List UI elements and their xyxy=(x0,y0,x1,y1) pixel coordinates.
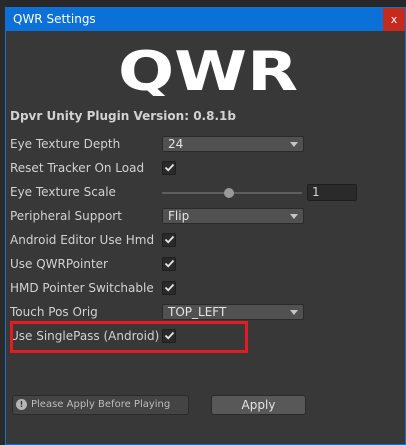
eye-texture-scale-field[interactable]: 1 xyxy=(307,184,357,201)
qwr-logo: QWR xyxy=(118,46,298,96)
setting-label: HMD Pointer Switchable xyxy=(10,281,154,295)
hmd-pointer-switchable-checkbox[interactable] xyxy=(162,281,176,295)
setting-row-eye-texture-scale: Eye Texture Scale 1 xyxy=(6,183,405,203)
title-bar[interactable]: QWR Settings x xyxy=(6,8,405,31)
setting-label: Use QWRPointer xyxy=(10,257,108,271)
setting-label: Eye Texture Scale xyxy=(10,185,116,199)
peripheral-support-dropdown[interactable]: Flip xyxy=(162,208,304,224)
setting-row-peripheral-support: Peripheral Support Flip xyxy=(6,207,405,227)
setting-label: Reset Tracker On Load xyxy=(10,161,145,175)
touch-pos-orig-dropdown[interactable]: TOP_LEFT xyxy=(162,304,304,320)
chevron-down-icon xyxy=(290,142,298,147)
android-editor-use-hmd-checkbox[interactable] xyxy=(162,233,176,247)
checkmark-icon xyxy=(164,163,175,172)
highlight-box xyxy=(10,321,248,353)
help-box: ! Please Apply Before Playing xyxy=(12,395,189,415)
plugin-version: Dpvr Unity Plugin Version: 0.8.1b xyxy=(10,109,236,123)
reset-tracker-checkbox[interactable] xyxy=(162,161,176,175)
help-text: Please Apply Before Playing xyxy=(31,399,171,410)
setting-row-use-qwrpointer: Use QWRPointer xyxy=(6,255,405,275)
apply-button[interactable]: Apply xyxy=(211,395,306,415)
eye-texture-depth-dropdown[interactable]: 24 xyxy=(162,136,304,152)
setting-label: Eye Texture Depth xyxy=(10,137,121,151)
qwr-logo-text: QWR xyxy=(118,46,298,96)
setting-label: Touch Pos Orig xyxy=(10,305,98,319)
setting-row-reset-tracker: Reset Tracker On Load xyxy=(6,159,405,179)
dropdown-value: 24 xyxy=(168,137,184,151)
checkmark-icon xyxy=(164,283,175,292)
dropdown-value: Flip xyxy=(168,209,190,223)
chevron-down-icon xyxy=(290,214,298,219)
window-title: QWR Settings xyxy=(13,12,96,26)
setting-row-android-editor-use-hmd: Android Editor Use Hmd xyxy=(6,231,405,251)
setting-label: Peripheral Support xyxy=(10,209,122,223)
eye-texture-scale-slider-thumb[interactable] xyxy=(224,188,234,198)
checkmark-icon xyxy=(164,235,175,244)
dropdown-value: TOP_LEFT xyxy=(168,305,227,319)
info-icon: ! xyxy=(16,399,27,410)
setting-row-hmd-pointer-switchable: HMD Pointer Switchable xyxy=(6,279,405,299)
chevron-down-icon xyxy=(290,310,298,315)
close-button[interactable]: x xyxy=(383,8,405,31)
settings-window: QWR Settings x QWR Dpvr Unity Plugin Ver… xyxy=(5,7,406,445)
checkmark-icon xyxy=(164,259,175,268)
setting-row-touch-pos-orig: Touch Pos Orig TOP_LEFT xyxy=(6,303,405,323)
setting-label: Android Editor Use Hmd xyxy=(10,233,155,247)
use-qwrpointer-checkbox[interactable] xyxy=(162,257,176,271)
setting-row-eye-texture-depth: Eye Texture Depth 24 xyxy=(6,135,405,155)
